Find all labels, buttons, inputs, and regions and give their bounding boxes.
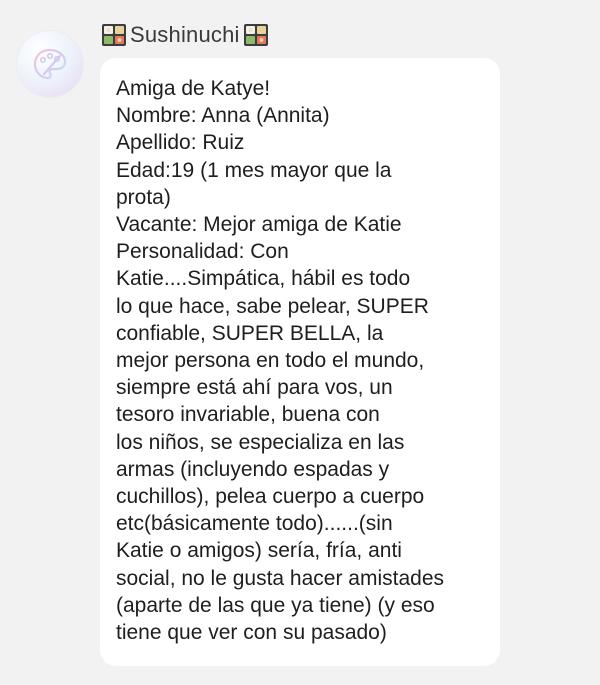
bento-box-icon bbox=[243, 22, 269, 48]
sender-avatar[interactable] bbox=[16, 30, 84, 98]
bento-box-icon bbox=[101, 22, 127, 48]
message-text: Amiga de Katye! Nombre: Anna (Annita) Ap… bbox=[116, 77, 445, 645]
message-bubble[interactable]: Amiga de Katye! Nombre: Anna (Annita) Ap… bbox=[100, 58, 500, 666]
sender-header: Sushinuchi bbox=[101, 20, 269, 50]
paint-palette-icon bbox=[33, 48, 67, 80]
sender-name[interactable]: Sushinuchi bbox=[129, 22, 241, 48]
